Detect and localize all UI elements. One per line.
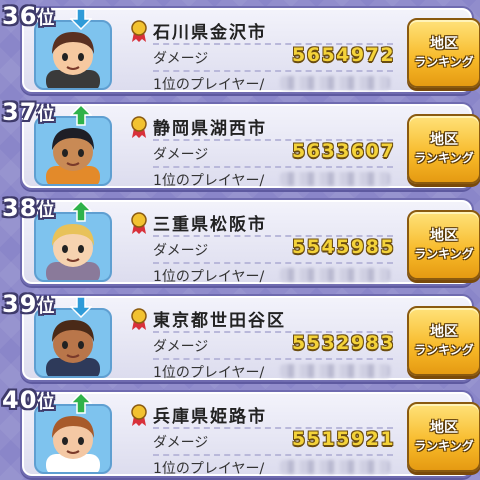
region-ranking-button-line1: 地区	[430, 228, 458, 244]
region-ranking-button-line1: 地区	[430, 36, 458, 52]
divider	[153, 70, 393, 72]
damage-value: 5654972	[292, 44, 396, 66]
city-name: 兵庫県姫路市	[153, 407, 267, 427]
damage-value: 5532983	[292, 332, 396, 354]
rank-number: 38位	[2, 194, 55, 224]
medal-icon	[131, 308, 147, 330]
damage-label: ダメージ	[153, 339, 209, 355]
rank-suffix: 位	[37, 297, 56, 317]
ranking-entry-36: 石川県金沢市 ダメージ 5654972 1位のプレイヤー/ 地区 ランキング 3…	[0, 2, 480, 94]
rank-number: 37位	[2, 98, 55, 128]
damage-value: 5545985	[292, 236, 396, 258]
rank-value: 38	[2, 194, 38, 222]
rank-number: 39位	[2, 290, 55, 320]
ranking-list: 石川県金沢市 ダメージ 5654972 1位のプレイヤー/ 地区 ランキング 3…	[0, 0, 480, 480]
rank-value: 36	[2, 2, 38, 30]
ranking-entry-39: 東京都世田谷区 ダメージ 5532983 1位のプレイヤー/ 地区 ランキング …	[0, 290, 480, 382]
rank-suffix: 位	[37, 201, 56, 221]
trend-up-arrow-icon	[70, 200, 92, 222]
blurred-player-name	[280, 172, 390, 186]
ranking-entry-40: 兵庫県姫路市 ダメージ 5515921 1位のプレイヤー/ 地区 ランキング 4…	[0, 386, 480, 478]
rank-suffix: 位	[37, 9, 56, 29]
region-ranking-button-line1: 地区	[430, 420, 458, 436]
medal-icon	[131, 20, 147, 42]
blurred-player-name	[280, 460, 390, 474]
damage-value: 5515921	[292, 428, 396, 450]
trend-up-arrow-icon	[70, 104, 92, 126]
city-name: 東京都世田谷区	[153, 311, 286, 331]
ranking-entry-37: 静岡県湖西市 ダメージ 5633607 1位のプレイヤー/ 地区 ランキング 3…	[0, 98, 480, 190]
top-player-label: 1位のプレイヤー/	[153, 173, 265, 189]
top-player-label: 1位のプレイヤー/	[153, 461, 265, 477]
region-ranking-button-line2: ランキング	[414, 55, 474, 69]
blurred-player-name	[280, 76, 390, 90]
region-ranking-button-line1: 地区	[430, 132, 458, 148]
divider	[153, 358, 393, 360]
medal-icon	[131, 404, 147, 426]
city-name: 静岡県湖西市	[153, 119, 267, 139]
city-name: 三重県松阪市	[153, 215, 267, 235]
region-ranking-button-line2: ランキング	[414, 439, 474, 453]
divider	[153, 454, 393, 456]
damage-label: ダメージ	[153, 243, 209, 259]
region-ranking-button[interactable]: 地区 ランキング	[407, 18, 480, 88]
rank-value: 37	[2, 98, 38, 126]
region-ranking-button-line2: ランキング	[414, 151, 474, 165]
blurred-player-name	[280, 364, 390, 378]
ranking-entry-38: 三重県松阪市 ダメージ 5545985 1位のプレイヤー/ 地区 ランキング 3…	[0, 194, 480, 286]
medal-icon	[131, 116, 147, 138]
region-ranking-button[interactable]: 地区 ランキング	[407, 114, 480, 184]
blurred-player-name	[280, 268, 390, 282]
damage-value: 5633607	[292, 140, 396, 162]
damage-label: ダメージ	[153, 435, 209, 451]
top-player-label: 1位のプレイヤー/	[153, 365, 265, 381]
divider	[153, 166, 393, 168]
damage-label: ダメージ	[153, 147, 209, 163]
region-ranking-button[interactable]: 地区 ランキング	[407, 306, 480, 376]
city-name: 石川県金沢市	[153, 23, 267, 43]
rank-number: 40位	[2, 386, 55, 416]
divider	[153, 262, 393, 264]
trend-down-arrow-icon	[70, 296, 92, 318]
region-ranking-button-line1: 地区	[430, 324, 458, 340]
rank-suffix: 位	[37, 105, 56, 125]
rank-value: 40	[2, 386, 38, 414]
rank-number: 36位	[2, 2, 55, 32]
region-ranking-button-line2: ランキング	[414, 343, 474, 357]
trend-down-arrow-icon	[70, 8, 92, 30]
region-ranking-button[interactable]: 地区 ランキング	[407, 402, 480, 472]
damage-label: ダメージ	[153, 51, 209, 67]
rank-suffix: 位	[37, 393, 56, 413]
medal-icon	[131, 212, 147, 234]
region-ranking-button-line2: ランキング	[414, 247, 474, 261]
region-ranking-button[interactable]: 地区 ランキング	[407, 210, 480, 280]
rank-value: 39	[2, 290, 38, 318]
top-player-label: 1位のプレイヤー/	[153, 269, 265, 285]
trend-up-arrow-icon	[70, 392, 92, 414]
top-player-label: 1位のプレイヤー/	[153, 77, 265, 93]
